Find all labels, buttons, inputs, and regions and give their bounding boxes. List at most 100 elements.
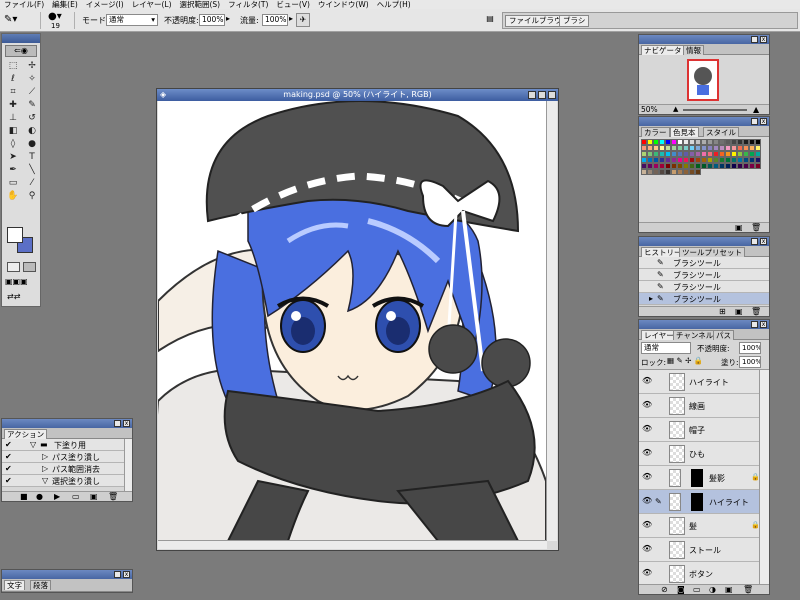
- opacity-input[interactable]: 100%: [199, 14, 225, 26]
- minimize-icon[interactable]: [751, 36, 758, 43]
- tab-paragraph[interactable]: 段落: [30, 580, 51, 590]
- close-icon[interactable]: x: [760, 36, 767, 43]
- history-brush-tool-icon[interactable]: ↺: [24, 112, 40, 124]
- close-icon[interactable]: x: [123, 420, 130, 427]
- tab-tool-presets[interactable]: ツールプリセット: [679, 247, 745, 257]
- layer-row[interactable]: 👁 ハイライト: [639, 370, 759, 394]
- menu-help[interactable]: ヘルプ(H): [373, 0, 415, 9]
- close-icon[interactable]: x: [760, 118, 767, 125]
- adjustment-layer-icon[interactable]: ◑: [709, 585, 716, 595]
- tab-info[interactable]: 情報: [683, 45, 704, 55]
- image-canvas[interactable]: [158, 101, 546, 541]
- tab-layers[interactable]: レイヤー: [641, 330, 677, 340]
- quick-mask-off-icon[interactable]: [7, 262, 20, 272]
- move-tool-icon[interactable]: ✢: [24, 60, 40, 72]
- action-set-row[interactable]: ✔ ▽ ▬ 下塗り用: [2, 439, 124, 451]
- slice-tool-icon[interactable]: ⟋: [24, 86, 40, 98]
- fill-input[interactable]: 100%: [739, 356, 761, 368]
- eye-icon[interactable]: 👁: [642, 472, 652, 481]
- menu-image[interactable]: イメージ(I): [82, 0, 128, 9]
- close-icon[interactable]: x: [760, 321, 767, 328]
- eraser-tool-icon[interactable]: ◧: [5, 125, 21, 137]
- check-icon[interactable]: ✔: [5, 464, 12, 473]
- eye-icon[interactable]: 👁: [642, 376, 652, 385]
- close-icon[interactable]: x: [760, 238, 767, 245]
- lasso-tool-icon[interactable]: ℓ: [5, 73, 21, 85]
- expand-icon[interactable]: ▽: [42, 476, 48, 485]
- layer-list-scrollbar[interactable]: [759, 370, 769, 584]
- dodge-tool-icon[interactable]: ●: [24, 138, 40, 150]
- tab-color[interactable]: カラー: [641, 127, 670, 137]
- hand-tool-icon[interactable]: ✋: [5, 190, 21, 202]
- airbrush-icon[interactable]: ✈: [296, 13, 310, 27]
- check-icon[interactable]: ✔: [5, 476, 12, 485]
- tab-styles[interactable]: スタイル: [703, 127, 739, 137]
- new-set-icon[interactable]: ▭: [72, 492, 80, 502]
- menu-select[interactable]: 選択範囲(S): [176, 0, 225, 9]
- eye-icon[interactable]: 👁: [642, 400, 652, 409]
- zoom-in-icon[interactable]: ▲: [753, 105, 759, 114]
- action-list-scrollbar[interactable]: [124, 439, 132, 491]
- eye-icon[interactable]: 👁: [642, 544, 652, 553]
- lock-icons[interactable]: ▦ ✎ ✢ 🔒: [667, 356, 703, 365]
- eyedropper-tool-icon[interactable]: ⁄: [24, 177, 40, 189]
- new-set-icon[interactable]: ▭: [693, 585, 701, 595]
- record-icon[interactable]: ●: [36, 492, 43, 502]
- trash-icon[interactable]: 🗑: [108, 492, 118, 502]
- tab-navigator[interactable]: ナビゲータ: [641, 45, 685, 55]
- new-action-icon[interactable]: ▣: [90, 492, 98, 502]
- trash-icon[interactable]: 🗑: [751, 223, 761, 233]
- new-layer-icon[interactable]: ▣: [725, 585, 733, 595]
- healing-brush-tool-icon[interactable]: ✚: [5, 99, 21, 111]
- maximize-button[interactable]: [538, 91, 546, 99]
- minimize-icon[interactable]: [751, 321, 758, 328]
- vertical-scrollbar[interactable]: [546, 101, 557, 541]
- minimize-icon[interactable]: [751, 118, 758, 125]
- expand-icon[interactable]: ▷: [42, 464, 48, 473]
- new-swatch-icon[interactable]: ▣: [735, 223, 743, 233]
- minimize-icon[interactable]: [751, 238, 758, 245]
- check-icon[interactable]: ✔: [5, 440, 12, 449]
- menu-layer[interactable]: レイヤー(L): [128, 0, 176, 9]
- zoom-slider[interactable]: [683, 109, 747, 111]
- type-tool-icon[interactable]: T: [24, 151, 40, 163]
- action-row[interactable]: ✔ ▷ パス範囲消去: [2, 463, 124, 475]
- flow-input[interactable]: 100%: [262, 14, 288, 26]
- snapshot-icon[interactable]: ▣: [735, 307, 743, 317]
- jump-to-imageready-icon[interactable]: ⇄⇄: [7, 292, 37, 302]
- brush-tool-icon[interactable]: ✎▾: [4, 14, 17, 25]
- tab-swatches[interactable]: 色見本: [670, 127, 699, 137]
- brush-tool-icon[interactable]: ✎: [24, 99, 40, 111]
- tab-channels[interactable]: チャンネル: [673, 330, 717, 340]
- minimize-icon[interactable]: [114, 571, 121, 578]
- history-item[interactable]: ✎ ブラシツール: [639, 257, 769, 269]
- eye-icon[interactable]: 👁: [642, 448, 652, 457]
- horizontal-scrollbar[interactable]: [158, 540, 547, 549]
- screen-mode-icon[interactable]: ▣▣▣: [5, 277, 38, 287]
- layer-opacity-input[interactable]: 100%: [739, 342, 761, 354]
- trash-icon[interactable]: 🗑: [751, 307, 761, 317]
- quick-mask-on-icon[interactable]: [23, 262, 36, 272]
- new-document-icon[interactable]: ⊞: [719, 307, 726, 317]
- color-swatch[interactable]: [755, 163, 761, 169]
- layer-row[interactable]: 👁 ひも: [639, 442, 759, 466]
- menu-window[interactable]: ウインドウ(W): [314, 0, 373, 9]
- eye-icon[interactable]: 👁: [642, 520, 652, 529]
- tab-brushes[interactable]: ブラシ: [559, 15, 590, 27]
- layer-row[interactable]: 👁 帽子: [639, 418, 759, 442]
- layer-row-selected[interactable]: 👁 ✎ ハイライト: [639, 490, 759, 514]
- eye-icon[interactable]: 👁: [642, 424, 652, 433]
- layer-row[interactable]: 👁 髪影 🔒: [639, 466, 760, 490]
- blend-mode-select[interactable]: 通常: [641, 342, 691, 354]
- stop-icon[interactable]: ■: [20, 492, 28, 502]
- menu-view[interactable]: ビュー(V): [272, 0, 313, 9]
- zoom-tool-icon[interactable]: ⚲: [24, 190, 40, 202]
- mode-select[interactable]: 通常 ▾: [106, 14, 158, 26]
- close-icon[interactable]: x: [123, 571, 130, 578]
- expand-icon[interactable]: ▽: [30, 440, 36, 449]
- play-icon[interactable]: ▶: [54, 492, 60, 502]
- add-mask-icon[interactable]: ◙: [677, 585, 685, 595]
- zoom-value[interactable]: 50%: [641, 105, 658, 115]
- tab-paths[interactable]: パス: [713, 330, 734, 340]
- foreground-color-swatch[interactable]: [7, 227, 23, 243]
